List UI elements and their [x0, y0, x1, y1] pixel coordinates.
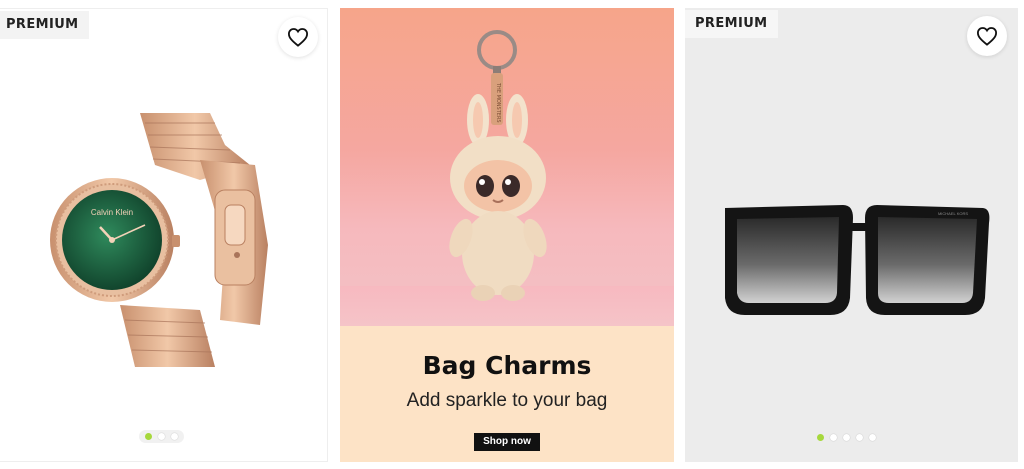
promo-subtitle: Add sparkle to your bag — [406, 390, 608, 411]
carousel-dot[interactable] — [145, 433, 152, 440]
bag-charm-image[interactable]: THE MONSTERS — [435, 28, 565, 303]
carousel-dot[interactable] — [830, 434, 837, 441]
carousel-dots-sunglasses[interactable] — [811, 431, 882, 444]
wishlist-button[interactable] — [278, 17, 318, 57]
product-image-sunglasses[interactable]: MICHAEL KORS — [715, 193, 995, 323]
heart-outline-icon — [287, 27, 309, 47]
carousel-dot[interactable] — [158, 433, 165, 440]
watch-dial-brand: Calvin Klein — [91, 208, 133, 217]
carousel-dot[interactable] — [171, 433, 178, 440]
product-card-sunglasses[interactable]: PREMIUM MICHAEL KORS — [685, 8, 1018, 462]
carousel-dot[interactable] — [869, 434, 876, 441]
heart-outline-icon — [976, 26, 998, 46]
carousel-dot[interactable] — [856, 434, 863, 441]
sunglasses-frame-brand: MICHAEL KORS — [938, 211, 968, 216]
promo-title: Bag Charms — [422, 351, 592, 380]
carousel-dots-watch[interactable] — [139, 430, 184, 443]
charm-tag-text: THE MONSTERS — [495, 82, 501, 123]
product-image-watch[interactable]: Calvin Klein — [50, 105, 280, 370]
carousel-dot[interactable] — [817, 434, 824, 441]
premium-badge: PREMIUM — [0, 11, 89, 39]
premium-badge: PREMIUM — [685, 10, 778, 38]
promo-banner-bag-charms[interactable]: THE MONSTERS Bag Charms Add sparkle to y… — [340, 8, 674, 462]
carousel-dot[interactable] — [843, 434, 850, 441]
shop-now-button[interactable]: Shop now — [474, 433, 540, 451]
wishlist-button[interactable] — [967, 16, 1007, 56]
product-card-watch[interactable]: PREMIUM Calvin Klein — [0, 8, 328, 462]
